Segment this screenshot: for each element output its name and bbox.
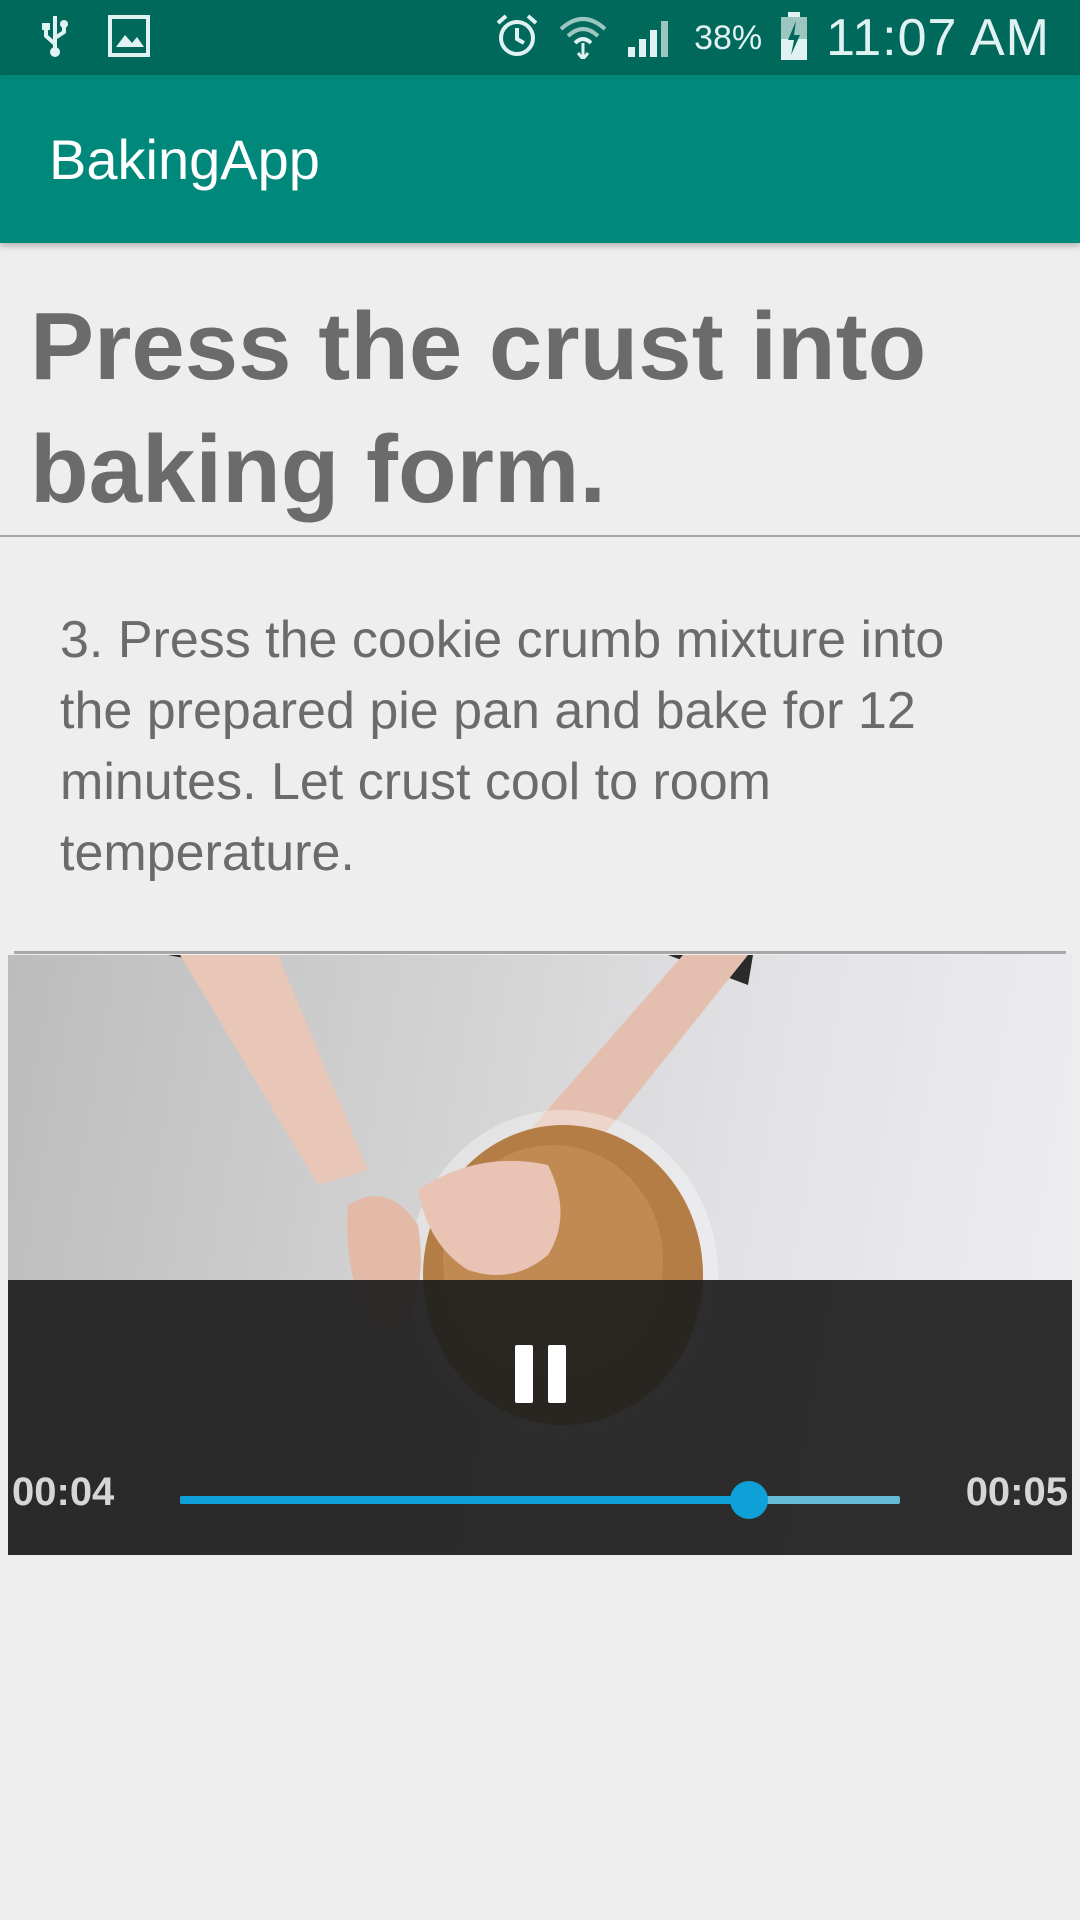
duration-label: 00:05 xyxy=(965,1470,1068,1514)
status-bar: 38% 11:07 AM xyxy=(0,0,1080,75)
video-player[interactable]: 00:04 00:05 xyxy=(8,955,1072,1555)
signal-icon xyxy=(626,13,676,64)
pause-button[interactable] xyxy=(510,1340,570,1410)
divider xyxy=(0,535,1080,537)
clock: 11:07 AM xyxy=(826,9,1050,67)
seek-bar[interactable] xyxy=(180,1481,900,1519)
position-label: 00:04 xyxy=(12,1470,115,1514)
image-icon xyxy=(108,15,150,62)
player-controls: 00:04 00:05 xyxy=(8,1280,1072,1555)
battery-percent: 38% xyxy=(694,18,763,57)
app-bar: BakingApp xyxy=(0,75,1080,243)
battery-charging-icon xyxy=(780,11,808,66)
alarm-icon xyxy=(494,13,540,64)
seek-played xyxy=(180,1496,749,1504)
app-title: BakingApp xyxy=(49,128,320,191)
divider xyxy=(14,951,1066,954)
step-description: 3. Press the cookie crumb mixture into t… xyxy=(60,611,945,882)
wifi-icon xyxy=(558,13,608,64)
seek-thumb[interactable] xyxy=(729,1481,768,1519)
step-short-description: Press the crust into baking form. xyxy=(30,293,927,523)
usb-icon xyxy=(40,14,70,63)
